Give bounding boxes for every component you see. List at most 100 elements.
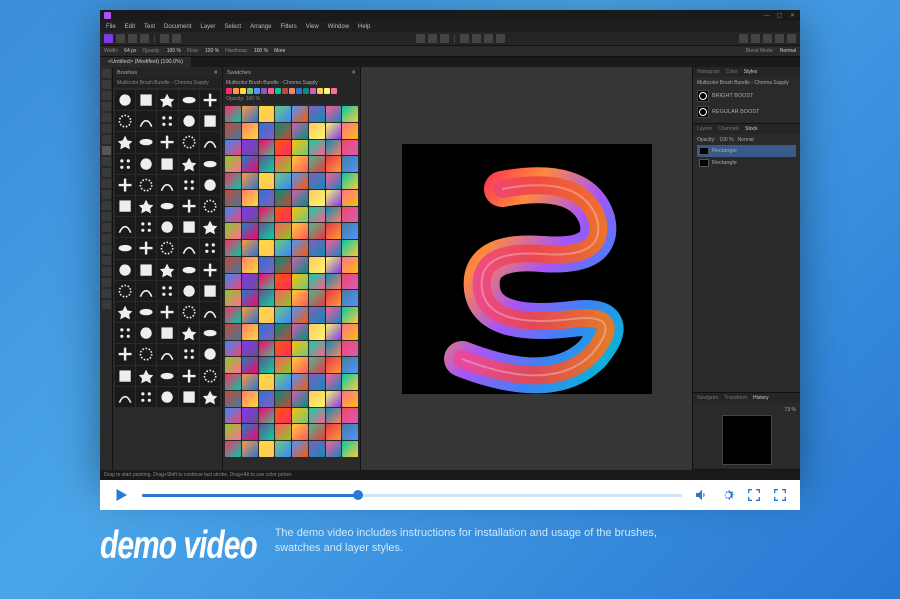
swatch-thumbnail[interactable] (342, 274, 358, 290)
swatch-thumbnail[interactable] (309, 173, 325, 189)
swatch-thumbnail[interactable] (326, 307, 342, 323)
swatch-thumbnail[interactable] (292, 290, 308, 306)
swatch-thumbnail[interactable] (326, 324, 342, 340)
swatch-thumbnail[interactable] (275, 240, 291, 256)
swatch-thumbnail[interactable] (242, 408, 258, 424)
brush-thumbnail[interactable] (179, 196, 199, 216)
menu-window[interactable]: Window (328, 24, 349, 30)
swatch-thumbnail[interactable] (326, 106, 342, 122)
swatch-thumbnail[interactable] (259, 173, 275, 189)
brush-thumbnail[interactable] (157, 260, 177, 280)
swatch-thumbnail[interactable] (259, 324, 275, 340)
brush-thumbnail[interactable] (179, 323, 199, 343)
maximize-button[interactable]: ▢ (776, 12, 783, 19)
swatch-thumbnail[interactable] (275, 140, 291, 156)
swatch-thumbnail[interactable] (275, 173, 291, 189)
swatch-thumbnail[interactable] (342, 223, 358, 239)
toolbar-button[interactable] (440, 34, 449, 43)
swatch-thumbnail[interactable] (342, 240, 358, 256)
hardness-value[interactable]: 100 % (254, 48, 268, 54)
swatch-thumbnail[interactable] (309, 106, 325, 122)
swatch-thumbnail[interactable] (275, 290, 291, 306)
brush-thumbnail[interactable] (115, 217, 135, 237)
brush-thumbnail[interactable] (157, 281, 177, 301)
menu-layer[interactable]: Layer (200, 24, 215, 30)
brush-thumbnail[interactable] (115, 196, 135, 216)
recent-color[interactable] (296, 88, 302, 94)
swatch-thumbnail[interactable] (259, 341, 275, 357)
recent-color[interactable] (275, 88, 281, 94)
recent-color[interactable] (324, 88, 330, 94)
tab-transform[interactable]: Transform (724, 395, 747, 401)
swatch-thumbnail[interactable] (225, 374, 241, 390)
swatch-thumbnail[interactable] (259, 357, 275, 373)
swatch-thumbnail[interactable] (342, 441, 358, 457)
brush-thumbnail[interactable] (157, 323, 177, 343)
swatch-thumbnail[interactable] (292, 173, 308, 189)
swatch-thumbnail[interactable] (309, 357, 325, 373)
swatch-thumbnail[interactable] (309, 290, 325, 306)
brush-thumbnail[interactable] (179, 217, 199, 237)
swatch-thumbnail[interactable] (259, 123, 275, 139)
brush-thumbnail[interactable] (200, 323, 220, 343)
brush-thumbnail[interactable] (136, 90, 156, 110)
swatch-thumbnail[interactable] (259, 424, 275, 440)
swatch-thumbnail[interactable] (292, 424, 308, 440)
swatch-thumbnail[interactable] (225, 106, 241, 122)
swatch-thumbnail[interactable] (275, 374, 291, 390)
swatch-thumbnail[interactable] (259, 207, 275, 223)
swatch-thumbnail[interactable] (326, 257, 342, 273)
swatch-thumbnail[interactable] (225, 290, 241, 306)
swatch-thumbnail[interactable] (326, 408, 342, 424)
swatch-thumbnail[interactable] (326, 391, 342, 407)
brush-thumbnail[interactable] (200, 217, 220, 237)
recent-color[interactable] (310, 88, 316, 94)
swatch-thumbnail[interactable] (275, 257, 291, 273)
swatch-thumbnail[interactable] (225, 140, 241, 156)
swatch-thumbnail[interactable] (225, 240, 241, 256)
swatch-thumbnail[interactable] (309, 424, 325, 440)
swatch-thumbnail[interactable] (225, 223, 241, 239)
brush-thumbnail[interactable] (200, 196, 220, 216)
swatch-thumbnail[interactable] (275, 408, 291, 424)
tool-button[interactable] (102, 212, 111, 221)
toolbar-button[interactable] (140, 34, 149, 43)
layer-item[interactable]: Rectangle (697, 157, 796, 169)
toolbar-button[interactable] (751, 34, 760, 43)
swatch-thumbnail[interactable] (242, 173, 258, 189)
swatch-thumbnail[interactable] (292, 274, 308, 290)
tool-button[interactable] (102, 179, 111, 188)
swatch-thumbnail[interactable] (342, 257, 358, 273)
swatch-thumbnail[interactable] (326, 424, 342, 440)
recent-color[interactable] (282, 88, 288, 94)
exit-fullscreen-icon[interactable] (772, 487, 788, 503)
tab-styles[interactable]: Styles (744, 69, 758, 75)
swatch-thumbnail[interactable] (309, 341, 325, 357)
tab-histogram[interactable]: Histogram (697, 69, 720, 75)
swatch-thumbnail[interactable] (292, 240, 308, 256)
swatch-thumbnail[interactable] (242, 341, 258, 357)
swatch-thumbnail[interactable] (259, 140, 275, 156)
progress-track[interactable] (142, 494, 682, 497)
swatch-thumbnail[interactable] (292, 223, 308, 239)
brush-thumbnail[interactable] (179, 366, 199, 386)
brush-thumbnail[interactable] (115, 238, 135, 258)
swatch-thumbnail[interactable] (309, 240, 325, 256)
swatch-thumbnail[interactable] (242, 156, 258, 172)
swatch-thumbnail[interactable] (275, 307, 291, 323)
swatch-thumbnail[interactable] (242, 307, 258, 323)
swatch-thumbnail[interactable] (242, 190, 258, 206)
layer-opacity-value[interactable]: 100 % (719, 137, 733, 143)
brush-thumbnail[interactable] (115, 90, 135, 110)
swatch-thumbnail[interactable] (342, 290, 358, 306)
menu-text[interactable]: Text (144, 24, 155, 30)
swatch-thumbnail[interactable] (309, 307, 325, 323)
brush-thumbnail[interactable] (136, 344, 156, 364)
brush-thumbnail[interactable] (179, 387, 199, 407)
more-button[interactable]: More (274, 48, 285, 54)
brush-thumbnail[interactable] (179, 344, 199, 364)
recent-color[interactable] (317, 88, 323, 94)
tab-color[interactable]: Color (726, 69, 738, 75)
toolbar-button[interactable] (739, 34, 748, 43)
brush-thumbnail[interactable] (200, 366, 220, 386)
